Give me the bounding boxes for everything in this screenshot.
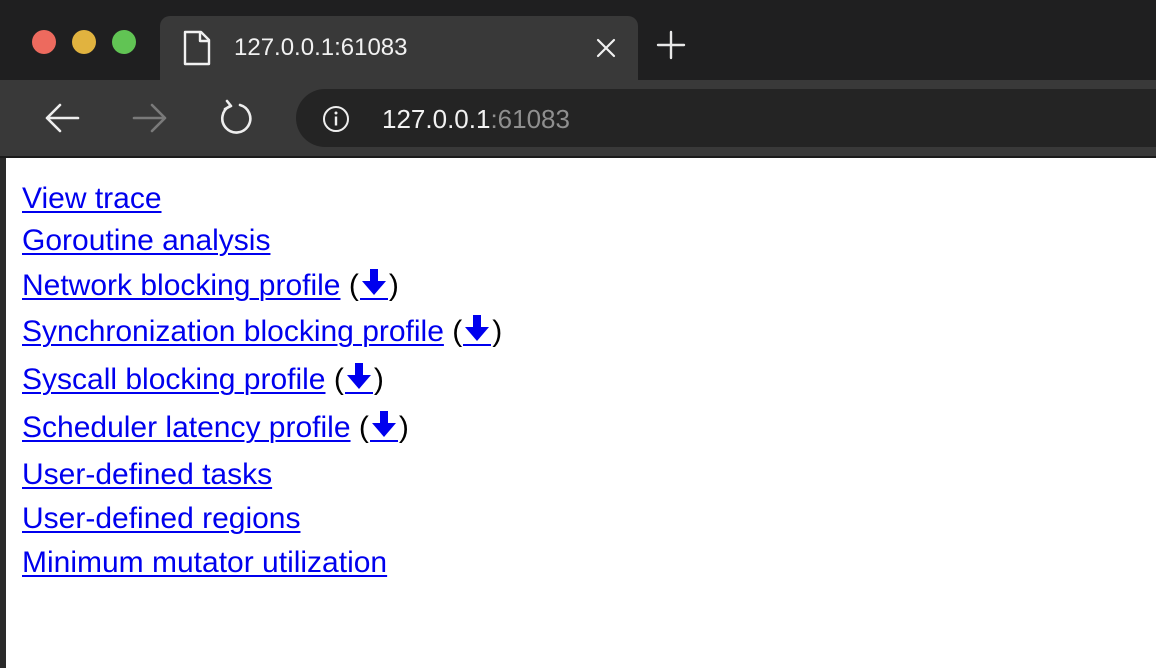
browser-window: 127.0.0.1:61083 127.0.0.1:61083 View tra…	[0, 0, 1156, 668]
user-defined-regions-link[interactable]: User-defined regions	[22, 502, 300, 535]
list-item: Synchronization blocking profile ()	[22, 308, 502, 356]
page-icon	[183, 30, 211, 66]
new-tab-plus-icon[interactable]	[656, 30, 686, 60]
url-text[interactable]: 127.0.0.1:61083	[382, 104, 570, 134]
list-item: Goroutine analysis	[22, 218, 502, 263]
download-arrow-icon[interactable]	[344, 362, 373, 394]
tab-title: 127.0.0.1:61083	[234, 34, 408, 61]
address-bar[interactable]: 127.0.0.1:61083	[296, 89, 1156, 147]
download-arrow-icon[interactable]	[463, 314, 492, 346]
url-host: 127.0.0.1	[382, 104, 491, 134]
goroutine-analysis-link[interactable]: Goroutine analysis	[22, 224, 270, 257]
user-defined-tasks-link[interactable]: User-defined tasks	[22, 458, 272, 491]
browser-toolbar: 127.0.0.1:61083	[0, 80, 1156, 156]
paren-open: (	[452, 315, 463, 348]
paren-open: (	[333, 363, 344, 396]
window-minimize-button[interactable]	[72, 30, 96, 54]
view-trace-link[interactable]: View trace	[22, 182, 162, 215]
scheduler-latency-profile-link[interactable]: Scheduler latency profile	[22, 411, 351, 444]
download-arrow-icon[interactable]	[359, 268, 388, 300]
download-arrow-icon[interactable]	[369, 410, 398, 442]
paren-open: (	[358, 411, 369, 444]
paren-close: )	[398, 411, 409, 444]
reload-icon[interactable]	[216, 98, 256, 138]
tab-strip: 127.0.0.1:61083	[0, 0, 1156, 80]
paren-close: )	[373, 363, 384, 396]
syscall-blocking-profile-link[interactable]: Syscall blocking profile	[22, 363, 325, 396]
paren-open: (	[348, 269, 359, 302]
network-blocking-profile-link[interactable]: Network blocking profile	[22, 269, 340, 302]
list-item: Minimum mutator utilization	[22, 541, 502, 585]
list-item: User-defined tasks	[22, 452, 502, 497]
list-item: Syscall blocking profile ()	[22, 356, 502, 404]
url-port: :61083	[490, 104, 570, 134]
paren-close: )	[492, 315, 503, 348]
back-arrow-icon[interactable]	[42, 98, 82, 138]
list-item: Scheduler latency profile ()	[22, 404, 502, 452]
window-close-button[interactable]	[32, 30, 56, 54]
paren-close: )	[388, 269, 399, 302]
info-icon[interactable]	[322, 105, 350, 133]
tab-close-icon[interactable]	[594, 36, 618, 60]
list-item: Network blocking profile ()	[22, 263, 502, 308]
forward-arrow-icon[interactable]	[130, 98, 170, 138]
page-content: View trace Goroutine analysis Network bl…	[0, 158, 1156, 668]
window-zoom-button[interactable]	[112, 30, 136, 54]
active-tab[interactable]: 127.0.0.1:61083	[160, 16, 638, 80]
synchronization-blocking-profile-link[interactable]: Synchronization blocking profile	[22, 315, 444, 348]
list-item: User-defined regions	[22, 497, 502, 541]
list-item: View trace	[22, 180, 502, 218]
minimum-mutator-utilization-link[interactable]: Minimum mutator utilization	[22, 546, 387, 579]
link-list: View trace Goroutine analysis Network bl…	[22, 180, 502, 585]
